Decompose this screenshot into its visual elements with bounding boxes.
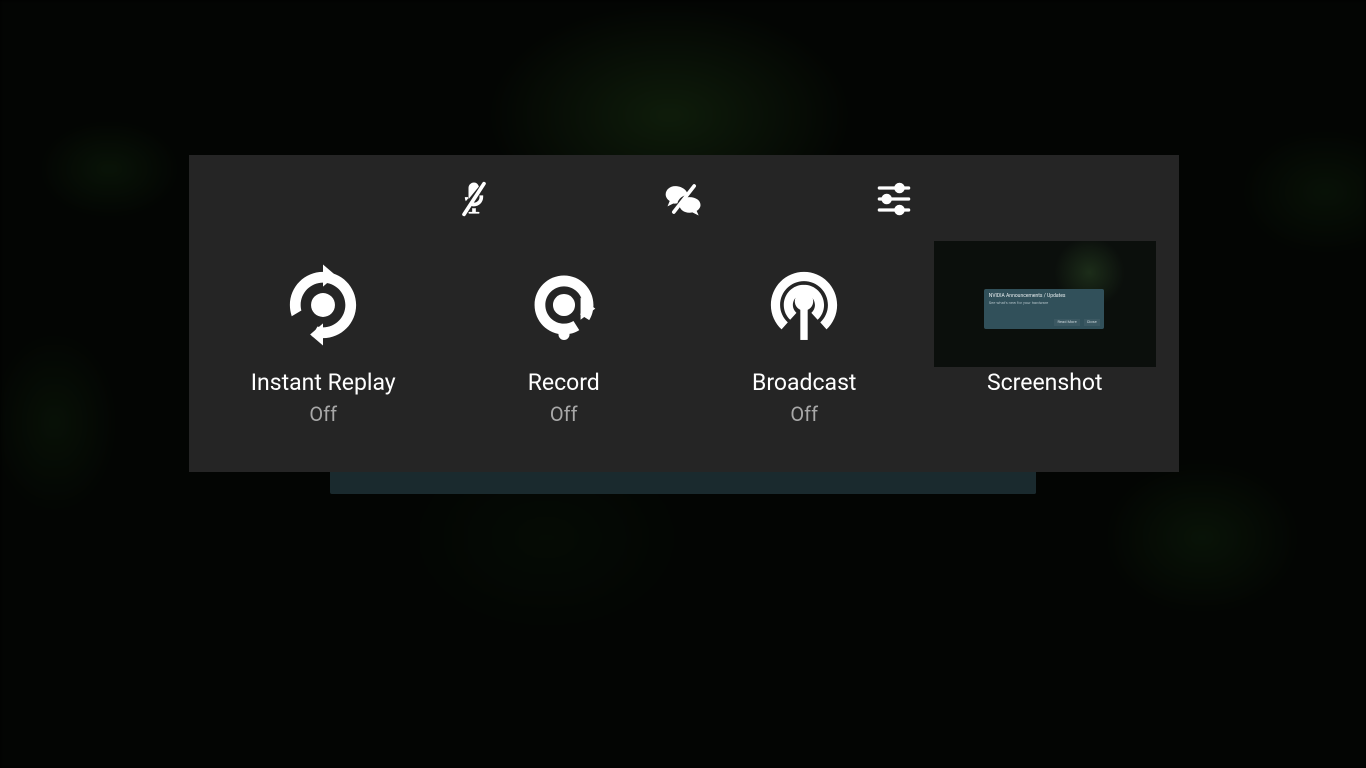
instant-replay-status: Off <box>309 402 337 426</box>
thumbnail-button-left: Read More <box>1054 319 1079 326</box>
nvidia-share-overlay: Instant Replay Off Record Off <box>189 155 1179 472</box>
icon-container <box>277 245 369 365</box>
overlay-feature-row: Instant Replay Off Record Off <box>189 235 1179 472</box>
chat-toggle-button[interactable] <box>659 174 709 224</box>
settings-button[interactable] <box>869 174 919 224</box>
sliders-icon <box>872 177 916 221</box>
broadcast-label: Broadcast <box>752 369 856 396</box>
screenshot-thumbnail: NVIDIA Announcements / Updates See what'… <box>934 241 1156 367</box>
broadcast-button[interactable]: Broadcast Off <box>684 245 925 426</box>
screenshot-button[interactable]: NVIDIA Announcements / Updates See what'… <box>925 245 1166 396</box>
record-icon <box>518 259 610 351</box>
chat-disabled-icon <box>662 177 706 221</box>
icon-container <box>518 245 610 365</box>
icon-container <box>758 245 850 365</box>
record-button[interactable]: Record Off <box>444 245 685 426</box>
screenshot-thumbnail-container: NVIDIA Announcements / Updates See what'… <box>934 245 1156 365</box>
instant-replay-button[interactable]: Instant Replay Off <box>203 245 444 426</box>
broadcast-icon <box>758 259 850 351</box>
record-status: Off <box>550 402 578 426</box>
screenshot-label: Screenshot <box>987 369 1103 396</box>
thumbnail-button-right: Close <box>1084 319 1100 326</box>
instant-replay-label: Instant Replay <box>251 369 396 396</box>
thumbnail-title: NVIDIA Announcements / Updates <box>989 293 1099 299</box>
broadcast-status: Off <box>790 402 818 426</box>
overlay-top-toolbar <box>189 155 1179 235</box>
microphone-toggle-button[interactable] <box>449 174 499 224</box>
instant-replay-icon <box>277 259 369 351</box>
record-label: Record <box>528 369 600 396</box>
thumbnail-dialog: NVIDIA Announcements / Updates See what'… <box>984 289 1104 329</box>
microphone-muted-icon <box>452 177 496 221</box>
thumbnail-subtitle: See what's new for your hardware <box>989 301 1099 306</box>
